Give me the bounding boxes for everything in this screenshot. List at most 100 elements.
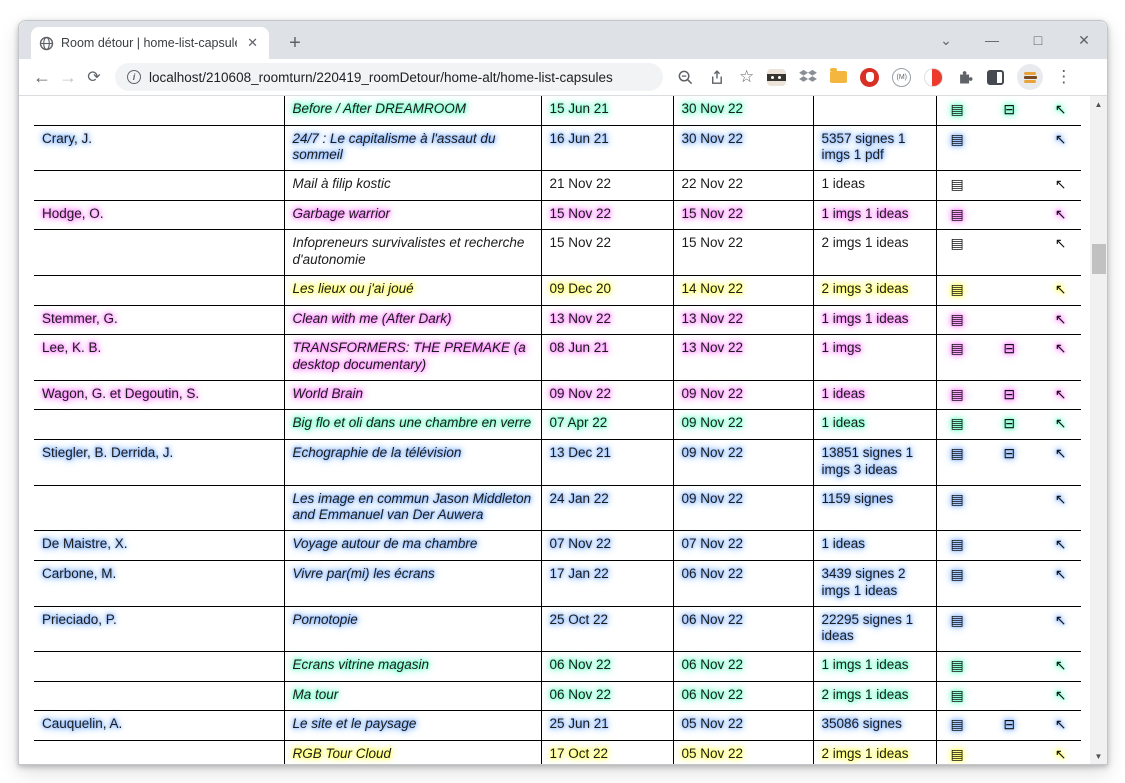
list-icon[interactable]: ▤ [951, 536, 964, 554]
date-created-cell-text: 13 Nov 22 [550, 311, 612, 326]
list-icon[interactable]: ▤ [951, 746, 964, 764]
author-cell-text: Hodge, O. [42, 206, 104, 221]
info-cell: 1 imgs [813, 335, 936, 381]
date-created-cell-text: 07 Apr 22 [550, 415, 608, 430]
date-modified-cell-text: 09 Nov 22 [682, 415, 744, 430]
share-icon[interactable] [708, 69, 725, 86]
scroll-up-icon[interactable]: ▲ [1090, 96, 1107, 112]
list-icon[interactable]: ▤ [951, 612, 964, 630]
list-icon[interactable]: ▤ [951, 235, 964, 253]
info-cell: 22295 signes 1 ideas [813, 606, 936, 652]
list-icon[interactable]: ▤ [951, 415, 964, 433]
tab-search-icon[interactable]: ⌄ [923, 21, 969, 59]
list-icon[interactable]: ▤ [951, 566, 964, 584]
date-created-cell-text: 15 Nov 22 [550, 235, 612, 250]
zoom-icon[interactable] [677, 69, 694, 86]
date-created-cell-text: 07 Nov 22 [550, 536, 612, 551]
open-arrow-icon[interactable]: ↖ [1055, 101, 1067, 119]
list-icon[interactable]: ▤ [951, 716, 964, 734]
title-cell: Before / After DREAMROOM [284, 96, 541, 125]
vertical-scrollbar[interactable]: ▲ ▼ [1090, 96, 1107, 764]
address-bar[interactable]: i localhost/210608_roomturn/220419_roomD… [115, 63, 663, 91]
open-arrow-icon[interactable]: ↖ [1055, 746, 1067, 764]
open-arrow-icon[interactable]: ↖ [1055, 491, 1067, 509]
split-icon[interactable]: ⊟ [1003, 101, 1015, 119]
site-info-icon[interactable]: i [127, 70, 141, 84]
dark-mask-extension-icon[interactable] [767, 69, 786, 86]
maximize-button[interactable]: □ [1015, 21, 1061, 59]
sidebar-toggle-icon[interactable] [987, 70, 1004, 85]
open-arrow-icon[interactable]: ↖ [1055, 281, 1067, 299]
date-modified-cell: 06 Nov 22 [673, 560, 813, 606]
folder-extension-icon[interactable] [830, 71, 847, 83]
puzzle-extensions-icon[interactable] [956, 68, 974, 86]
list-icon[interactable]: ▤ [951, 311, 964, 329]
open-arrow-icon[interactable]: ↖ [1055, 340, 1067, 358]
open-arrow-icon[interactable]: ↖ [1055, 687, 1067, 705]
open-arrow-icon[interactable]: ↖ [1055, 716, 1067, 734]
stop-hand-extension-icon[interactable] [860, 68, 879, 87]
list-icon[interactable]: ▤ [951, 176, 964, 194]
m-badge-extension-icon[interactable]: (M) [892, 68, 911, 87]
browser-tab[interactable]: Room détour | home-list-capsule ✕ [31, 27, 269, 59]
split-icon[interactable]: ⊟ [1003, 386, 1015, 404]
date-modified-cell-text: 07 Nov 22 [682, 536, 744, 551]
scrollbar-thumb[interactable] [1092, 244, 1106, 274]
open-arrow-icon[interactable]: ↖ [1055, 131, 1067, 149]
list-icon[interactable]: ▤ [951, 657, 964, 675]
author-cell: Wagon, G. et Degoutin, S. [34, 380, 284, 410]
info-cell: 1 imgs 1 ideas [813, 200, 936, 230]
open-arrow-icon[interactable]: ↖ [1055, 445, 1067, 463]
url-text[interactable]: localhost/210608_roomturn/220419_roomDet… [149, 70, 613, 85]
split-icon[interactable]: ⊟ [1003, 415, 1015, 433]
table-row: Les image en commun Jason Middleton and … [34, 485, 1081, 531]
info-cell-text: 13851 signes 1 imgs 3 ideas [822, 445, 914, 477]
info-cell: 1159 signes [813, 485, 936, 531]
list-icon[interactable]: ▤ [951, 131, 964, 149]
open-arrow-icon[interactable]: ↖ [1055, 206, 1067, 224]
list-icon[interactable]: ▤ [951, 206, 964, 224]
browser-menu-icon[interactable]: ⋮ [1055, 67, 1072, 87]
dropbox-extension-icon[interactable] [799, 69, 817, 85]
split-icon[interactable]: ⊟ [1003, 445, 1015, 463]
open-arrow-icon[interactable]: ↖ [1055, 386, 1067, 404]
date-modified-cell: 15 Nov 22 [673, 200, 813, 230]
new-tab-button[interactable]: + [281, 29, 309, 57]
title-cell: 24/7 : Le capitalisme à l'assaut du somm… [284, 125, 541, 171]
open-arrow-icon[interactable]: ↖ [1055, 612, 1067, 630]
reload-button[interactable]: ⟳ [81, 67, 107, 87]
open-arrow-icon[interactable]: ↖ [1055, 415, 1067, 433]
open-arrow-icon[interactable]: ↖ [1055, 176, 1067, 194]
bookmark-star-icon[interactable]: ☆ [739, 67, 754, 87]
list-icon[interactable]: ▤ [951, 386, 964, 404]
profile-avatar[interactable] [1017, 64, 1043, 90]
open-arrow-icon[interactable]: ↖ [1055, 566, 1067, 584]
open-arrow-icon[interactable]: ↖ [1055, 311, 1067, 329]
title-cell-text: Les image en commun Jason Middleton and … [293, 491, 532, 523]
table-row: Big flo et oli dans une chambre en verre… [34, 410, 1081, 440]
list-icon[interactable]: ▤ [951, 445, 964, 463]
list-icon[interactable]: ▤ [951, 687, 964, 705]
open-arrow-icon[interactable]: ↖ [1055, 536, 1067, 554]
list-icon[interactable]: ▤ [951, 340, 964, 358]
open-arrow-icon[interactable]: ↖ [1055, 235, 1067, 253]
info-cell-text: 1 imgs [822, 340, 862, 355]
date-modified-cell: 05 Nov 22 [673, 740, 813, 764]
author-cell-text: Cauquelin, A. [42, 716, 122, 731]
back-button[interactable]: ← [29, 67, 55, 88]
tab-close-icon[interactable]: ✕ [244, 35, 261, 51]
list-icon[interactable]: ▤ [951, 491, 964, 509]
open-arrow-icon[interactable]: ↖ [1055, 657, 1067, 675]
record-extension-icon[interactable] [924, 68, 943, 87]
scroll-down-icon[interactable]: ▼ [1090, 748, 1107, 764]
split-icon[interactable]: ⊟ [1003, 340, 1015, 358]
date-created-cell-text: 06 Nov 22 [550, 657, 612, 672]
list-icon[interactable]: ▤ [951, 101, 964, 119]
author-cell-text: Stemmer, G. [42, 311, 118, 326]
close-button[interactable]: ✕ [1061, 21, 1107, 59]
minimize-button[interactable]: — [969, 21, 1015, 59]
info-cell-text: 1 imgs 1 ideas [822, 311, 909, 326]
list-icon[interactable]: ▤ [951, 281, 964, 299]
table-row: Les lieux ou j'ai joué09 Dec 2014 Nov 22… [34, 276, 1081, 306]
split-icon[interactable]: ⊟ [1003, 716, 1015, 734]
